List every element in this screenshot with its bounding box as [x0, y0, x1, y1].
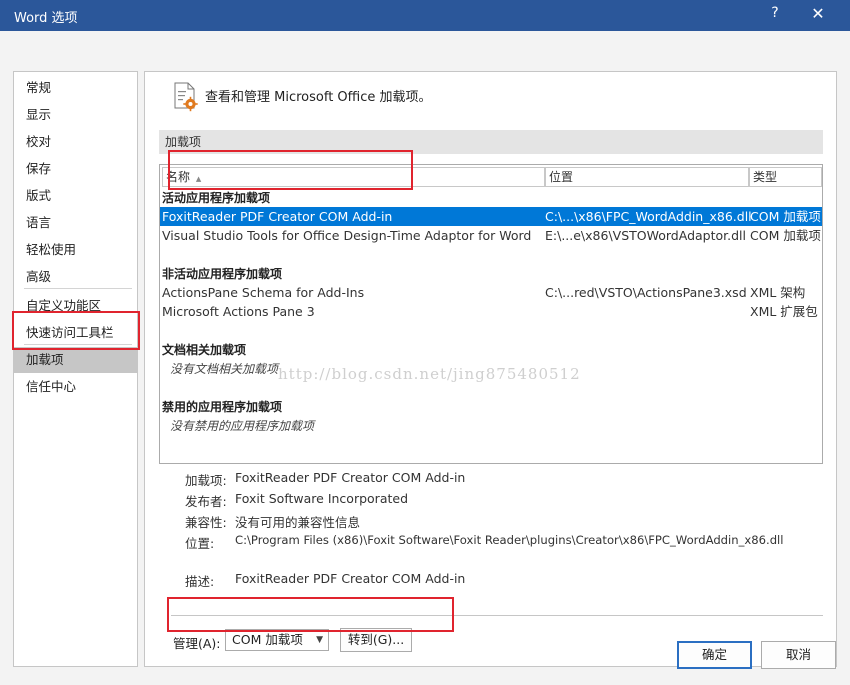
title-bar: Word 选项 ? ✕ — [0, 0, 850, 31]
nav-item-layout[interactable]: 版式 — [14, 183, 137, 209]
dialog-client: 常规 显示 校对 保存 版式 语言 轻松使用 高级 自定义功能区 快速访问工具栏… — [0, 31, 850, 685]
cancel-button[interactable]: 取消 — [761, 641, 836, 669]
nav-item-general[interactable]: 常规 — [14, 75, 137, 101]
list-item[interactable]: Microsoft Actions Pane 3 XML 扩展包 — [160, 302, 822, 321]
nav-item-trust-center[interactable]: 信任中心 — [14, 374, 137, 400]
detail-publisher-label: 发布者: — [185, 494, 227, 509]
addin-name: ActionsPane Schema for Add-Ins — [162, 285, 365, 300]
group-empty-text: 没有禁用的应用程序加载项 — [170, 419, 315, 433]
addin-type: COM 加载项 — [750, 228, 821, 243]
close-button[interactable]: ✕ — [808, 4, 828, 23]
nav-item-language[interactable]: 语言 — [14, 210, 137, 236]
highlight-box-nav — [12, 311, 140, 350]
nav-item-ease-of-access[interactable]: 轻松使用 — [14, 237, 137, 263]
manage-selected-option: COM 加载项 — [232, 632, 303, 647]
addins-list[interactable]: 名称 ▲ 位置 类型 活动应用程序加载项 FoxitReader PDF Cre… — [159, 164, 823, 464]
window-title: Word 选项 — [14, 11, 78, 26]
nav-item-save[interactable]: 保存 — [14, 156, 137, 182]
nav-item-proofing[interactable]: 校对 — [14, 129, 137, 155]
group-title-inactive: 非活动应用程序加载项 — [162, 267, 283, 281]
addin-location: E:\...e\x86\VSTOWordAdaptor.dll — [545, 228, 747, 243]
addin-name: Microsoft Actions Pane 3 — [162, 304, 315, 319]
help-button[interactable]: ? — [768, 5, 782, 21]
nav-item-display[interactable]: 显示 — [14, 102, 137, 128]
detail-compat-value: 没有可用的兼容性信息 — [235, 515, 361, 530]
nav-separator — [24, 288, 132, 289]
detail-location-value: C:\Program Files (x86)\Foxit Software\Fo… — [235, 533, 784, 547]
list-item[interactable]: ActionsPane Schema for Add-Ins C:\...red… — [160, 283, 822, 302]
panel-description: 查看和管理 Microsoft Office 加载项。 — [205, 90, 432, 105]
detail-publisher-value: Foxit Software Incorporated — [235, 491, 409, 506]
manage-dropdown[interactable]: COM 加载项 ▼ — [225, 629, 329, 651]
watermark: http://blog.csdn.net/jing875480512 — [278, 365, 581, 383]
detail-compat-label: 兼容性: — [185, 515, 227, 530]
addin-type: XML 架构 — [750, 285, 806, 300]
ok-button[interactable]: 确定 — [677, 641, 752, 669]
addin-type: COM 加载项 — [750, 209, 821, 224]
group-empty-text: 没有文档相关加载项 — [170, 362, 279, 376]
addin-type: XML 扩展包 — [750, 304, 818, 319]
addin-name: Visual Studio Tools for Office Design-Ti… — [162, 228, 532, 243]
chevron-down-icon: ▼ — [316, 635, 323, 645]
detail-addin-label: 加载项: — [185, 473, 227, 488]
addin-location: C:\...red\VSTO\ActionsPane3.xsd — [545, 285, 747, 300]
addin-location: C:\...\x86\FPC_WordAddin_x86.dll — [545, 209, 752, 224]
detail-addin-value: FoxitReader PDF Creator COM Add-in — [235, 470, 466, 485]
nav-item-addins[interactable]: 加载项 — [14, 347, 137, 373]
highlight-box-manage — [167, 597, 454, 632]
group-title-document: 文档相关加载项 — [162, 343, 247, 357]
list-item[interactable]: Visual Studio Tools for Office Design-Ti… — [160, 226, 822, 245]
highlight-box-active-addin — [168, 150, 413, 190]
detail-location-label: 位置: — [185, 536, 215, 551]
group-title-active: 活动应用程序加载项 — [162, 191, 271, 205]
manage-label: 管理(A): — [173, 636, 221, 651]
nav-item-advanced[interactable]: 高级 — [14, 264, 137, 290]
list-item[interactable]: FoxitReader PDF Creator COM Add-in C:\..… — [160, 207, 822, 226]
options-nav: 常规 显示 校对 保存 版式 语言 轻松使用 高级 自定义功能区 快速访问工具栏… — [13, 71, 138, 667]
detail-description-value: FoxitReader PDF Creator COM Add-in — [235, 571, 466, 586]
addin-name: FoxitReader PDF Creator COM Add-in — [162, 209, 393, 224]
group-title-disabled: 禁用的应用程序加载项 — [162, 400, 283, 414]
column-header-location[interactable]: 位置 — [545, 167, 749, 187]
column-header-type[interactable]: 类型 — [749, 167, 822, 187]
addins-gear-icon — [174, 82, 198, 112]
detail-description-label: 描述: — [185, 574, 215, 589]
